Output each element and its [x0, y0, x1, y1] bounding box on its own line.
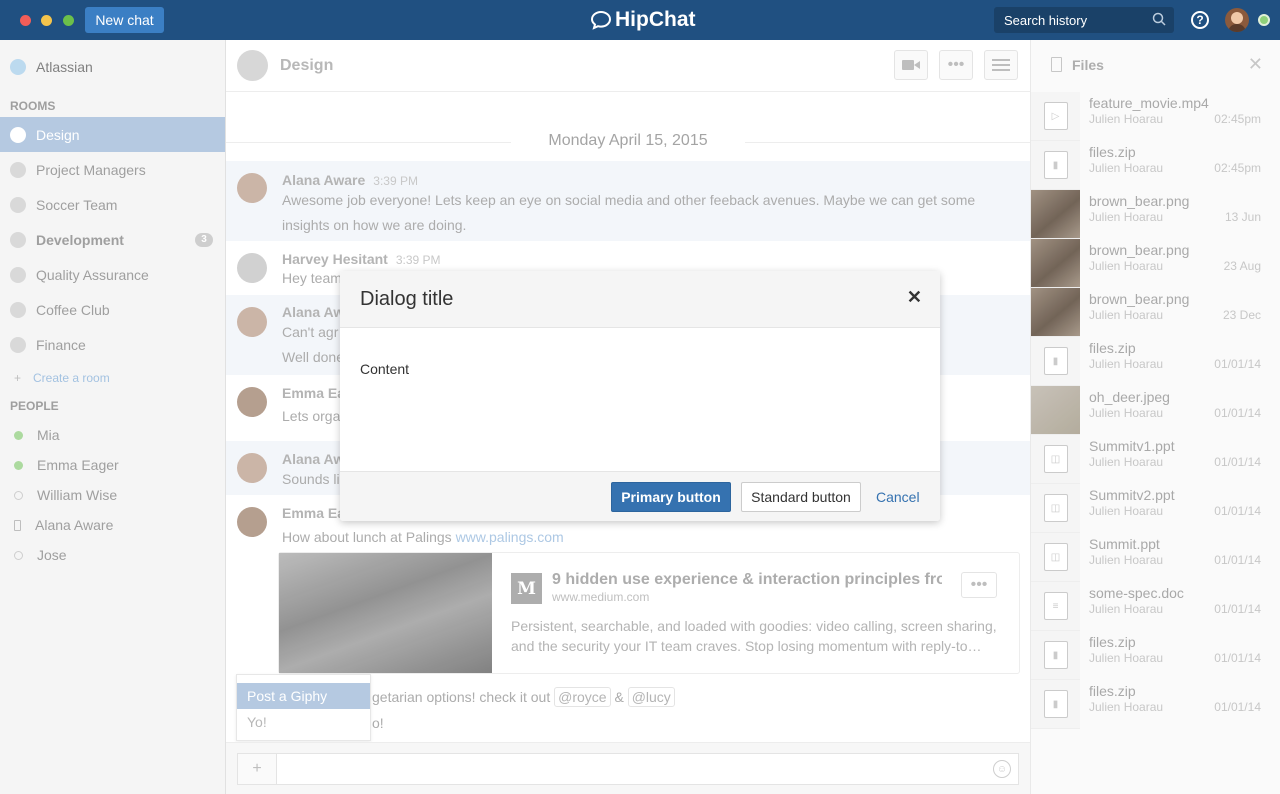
standard-button[interactable]: Standard button	[741, 482, 861, 512]
chat-bubble-icon	[590, 10, 612, 30]
search-placeholder: Search history	[1004, 12, 1088, 28]
primary-button[interactable]: Primary button	[611, 482, 731, 512]
hipchat-app: New chat HipChat Search history ? Atlass…	[0, 0, 1280, 794]
new-chat-button[interactable]: New chat	[85, 7, 164, 33]
presence-status-dot[interactable]	[1258, 14, 1270, 26]
window-minimize-button[interactable]	[41, 15, 52, 26]
window-maximize-button[interactable]	[63, 15, 74, 26]
dialog: Dialog title ✕ Content Primary button St…	[340, 271, 940, 521]
close-icon[interactable]: ✕	[907, 287, 922, 308]
dialog-title: Dialog title	[360, 288, 454, 310]
dialog-header: Dialog title ✕	[340, 271, 940, 328]
user-avatar[interactable]	[1225, 8, 1249, 32]
logo-text: HipChat	[615, 8, 696, 31]
search-history-input[interactable]: Search history	[994, 7, 1174, 33]
search-icon	[1152, 12, 1166, 26]
dialog-footer: Primary button Standard button Cancel	[340, 471, 940, 521]
window-close-button[interactable]	[20, 15, 31, 26]
cancel-link[interactable]: Cancel	[876, 489, 920, 505]
help-icon[interactable]: ?	[1191, 11, 1209, 29]
app-header: New chat HipChat Search history ?	[0, 0, 1280, 40]
hipchat-logo: HipChat	[590, 6, 696, 34]
dialog-content: Content	[360, 361, 410, 377]
